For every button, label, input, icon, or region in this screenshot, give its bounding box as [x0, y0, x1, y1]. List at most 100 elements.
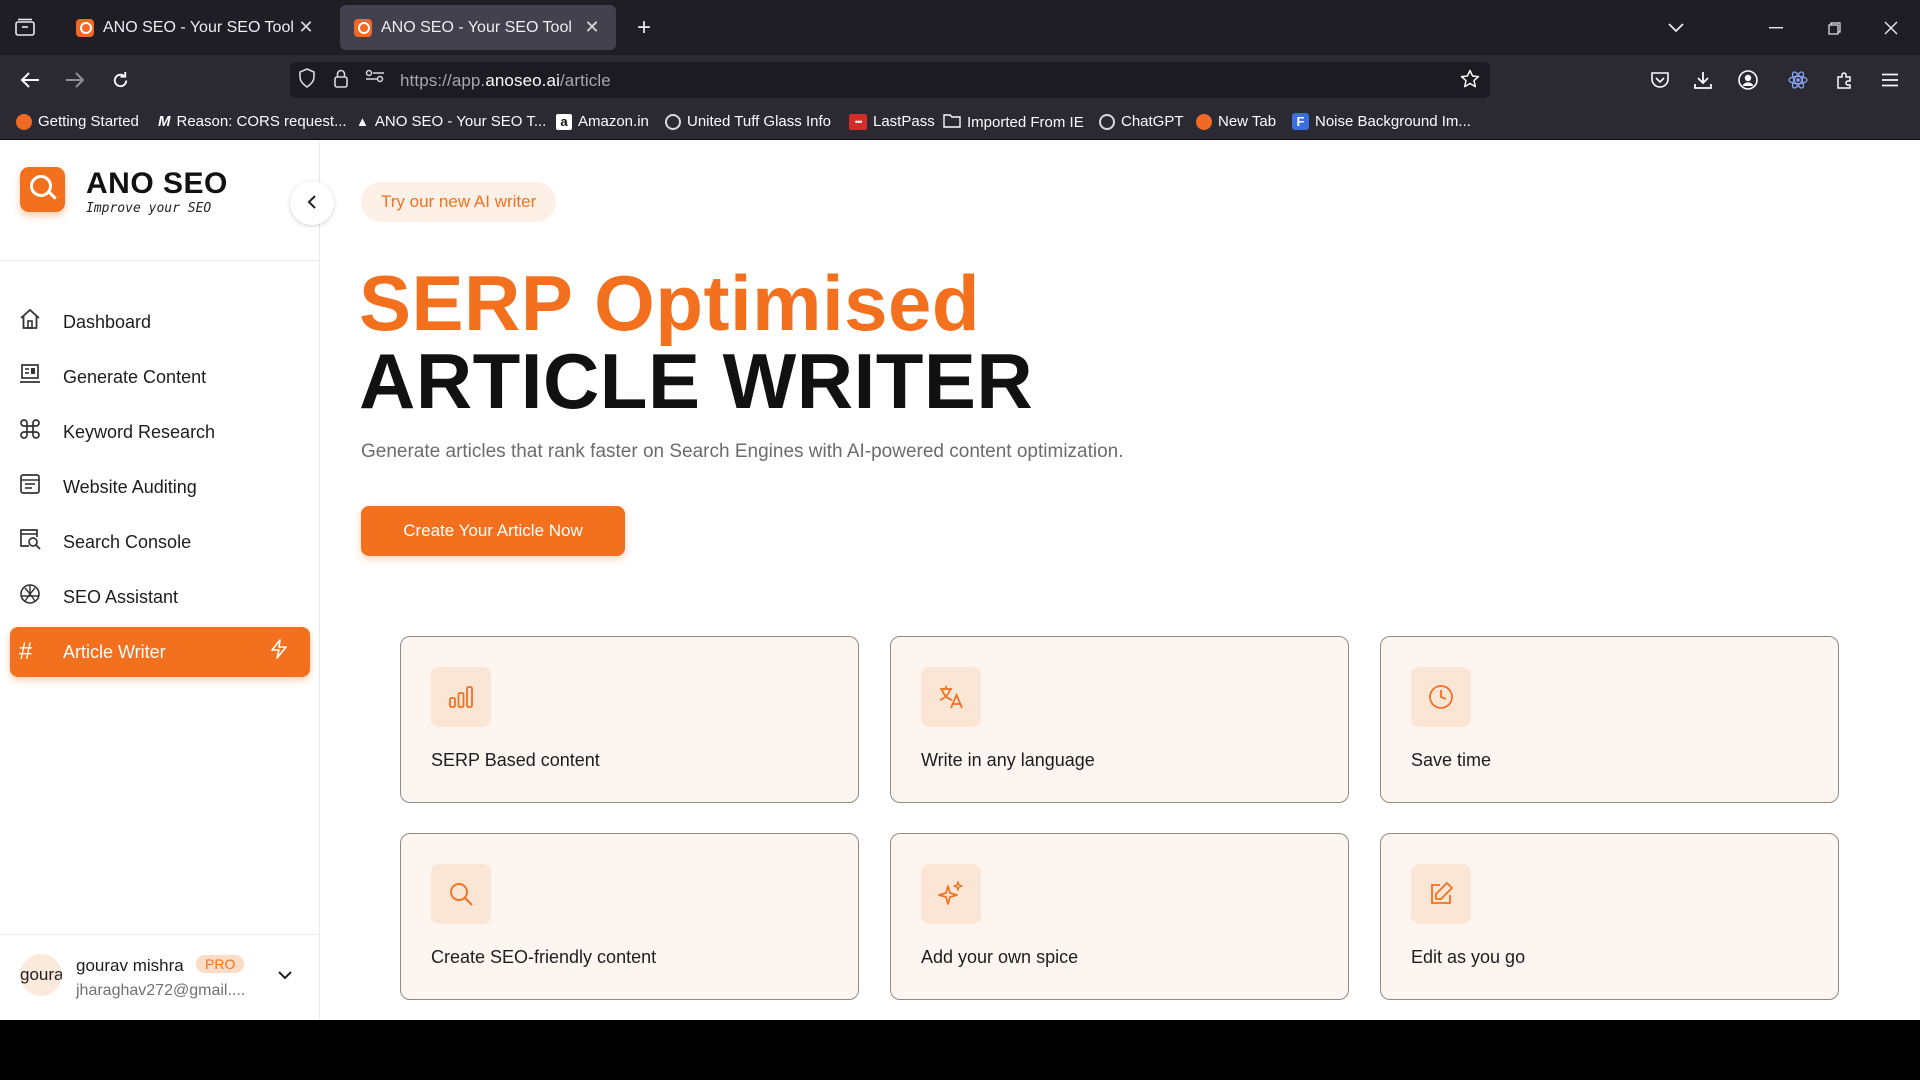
feature-label: Save time: [1411, 750, 1492, 770]
close-icon[interactable]: ✕: [582, 17, 602, 38]
sidebar-item-search-console[interactable]: Search Console: [10, 517, 310, 567]
sidebar-item-website-auditing[interactable]: Website Auditing: [10, 462, 310, 512]
collapse-sidebar-button[interactable]: [290, 181, 334, 225]
bookmark-label: Imported From IE: [967, 114, 1084, 131]
ano-seo-logo-icon[interactable]: [20, 167, 65, 212]
bookmark-amazon[interactable]: a Amazon.in: [556, 113, 649, 130]
bookmark-noise-background[interactable]: F Noise Background Im...: [1292, 113, 1471, 130]
bookmark-new-tab[interactable]: New Tab: [1196, 113, 1276, 130]
forward-arrow-icon[interactable]: [58, 63, 92, 97]
bar-chart-icon: [431, 667, 491, 727]
url-path: /article: [559, 71, 611, 90]
address-bar[interactable]: https://app.anoseo.ai/article: [290, 62, 1490, 98]
close-icon[interactable]: ✕: [296, 17, 316, 38]
folder-icon: [943, 113, 961, 132]
navigation-bar: https://app.anoseo.ai/article: [0, 55, 1920, 105]
tab-bar: ANO SEO - Your SEO Tool ✕ ANO SEO - Your…: [0, 0, 1920, 55]
window-close-icon[interactable]: [1877, 14, 1905, 42]
feature-label: Add your own spice: [921, 947, 1079, 967]
edit-icon: [1411, 864, 1471, 924]
bookmark-label: LastPass: [873, 113, 935, 130]
sidebar-item-article-writer[interactable]: # Article Writer: [10, 627, 310, 677]
user-name: gourav mishra: [76, 956, 184, 975]
bookmark-label: Getting Started: [38, 113, 139, 130]
pocket-icon[interactable]: [1643, 63, 1677, 97]
brand-title: ANO SEO: [86, 167, 228, 200]
sidebar-divider: [0, 934, 320, 935]
page-subtitle: Generate articles that rank faster on Se…: [361, 441, 1124, 462]
app-sidebar: ANO SEO Improve your SEO Dashboard Gener…: [0, 141, 320, 1020]
pro-badge: PRO: [196, 955, 245, 973]
permissions-icon[interactable]: [365, 68, 385, 89]
sidebar-item-label: Dashboard: [63, 311, 152, 332]
sidebar-item-label: Generate Content: [63, 366, 207, 387]
sidebar-item-generate-content[interactable]: Generate Content: [10, 352, 310, 402]
bookmark-label: United Tuff Glass Info: [687, 113, 831, 130]
url-text[interactable]: https://app.anoseo.ai/article: [400, 71, 611, 91]
sidebar-item-seo-assistant[interactable]: SEO Assistant: [10, 572, 310, 622]
feature-card-seo-friendly: Create SEO-friendly content: [400, 833, 859, 1000]
home-icon: [19, 308, 63, 336]
minimize-icon[interactable]: [1762, 14, 1790, 42]
url-prefix: https://app.: [400, 71, 486, 90]
chatgpt-icon: [1099, 113, 1115, 130]
shield-icon[interactable]: [298, 68, 316, 93]
bookmark-label: New Tab: [1218, 113, 1277, 130]
extensions-icon[interactable]: [1828, 63, 1862, 97]
tab-list-icon[interactable]: [12, 14, 38, 40]
feature-card-language: Write in any language: [890, 636, 1349, 803]
bookmark-getting-started[interactable]: Getting Started: [16, 113, 139, 130]
translate-icon: [921, 667, 981, 727]
sidebar-item-keyword-research[interactable]: Keyword Research: [10, 407, 310, 457]
tab-2[interactable]: ANO SEO - Your SEO Tool ✕: [340, 5, 616, 50]
feature-label: Create SEO-friendly content: [431, 947, 657, 967]
bookmark-imported-ie[interactable]: Imported From IE: [943, 113, 1084, 132]
menu-icon[interactable]: [1873, 63, 1907, 97]
new-tab-icon[interactable]: +: [630, 14, 658, 42]
star-icon[interactable]: [1460, 69, 1480, 94]
reload-icon[interactable]: [103, 63, 137, 97]
sidebar-item-label: Article Writer: [63, 641, 166, 662]
create-article-button[interactable]: Create Your Article Now: [361, 506, 625, 556]
tab-label: ANO SEO - Your SEO Tool: [103, 18, 294, 36]
sidebar-item-label: SEO Assistant: [63, 586, 179, 607]
noise-icon: F: [1292, 113, 1309, 130]
user-email: jharaghav272@gmail....: [76, 982, 246, 999]
lastpass-icon: •••: [849, 113, 867, 130]
avatar[interactable]: goura: [20, 954, 62, 996]
chevron-down-icon[interactable]: [278, 967, 292, 985]
search-icon: [431, 864, 491, 924]
bookmark-label: Reason: CORS request...: [176, 113, 347, 130]
ai-writer-pill[interactable]: Try our new AI writer: [361, 182, 557, 222]
tab-1[interactable]: ANO SEO - Your SEO Tool ✕: [62, 5, 330, 50]
bookmark-label: Noise Background Im...: [1315, 113, 1471, 130]
download-icon[interactable]: [1686, 63, 1720, 97]
content-icon: [19, 364, 63, 390]
sidebar-item-label: Search Console: [63, 531, 192, 552]
react-devtools-icon[interactable]: [1781, 63, 1815, 97]
bookmark-ano-seo[interactable]: ▲ ANO SEO - Your SEO T...: [356, 113, 546, 130]
feature-card-spice: Add your own spice: [890, 833, 1349, 1000]
feature-card-save-time: Save time: [1380, 636, 1839, 803]
bookmark-chatgpt[interactable]: ChatGPT: [1099, 113, 1184, 130]
feature-label: SERP Based content: [431, 750, 600, 770]
ano-seo-favicon-icon: [354, 18, 372, 37]
mdn-icon: M: [158, 113, 171, 130]
sparkles-icon: [921, 864, 981, 924]
restore-icon[interactable]: [1820, 14, 1848, 42]
account-icon[interactable]: [1731, 63, 1765, 97]
bookmark-cors[interactable]: M Reason: CORS request...: [158, 113, 347, 130]
chevron-down-icon[interactable]: [1662, 14, 1690, 42]
chevron-left-icon: [307, 192, 317, 215]
search-console-icon: [19, 528, 63, 556]
sidebar-item-label: Keyword Research: [63, 421, 216, 442]
browser-window: ANO SEO - Your SEO Tool ✕ ANO SEO - Your…: [0, 0, 1920, 1020]
lock-icon[interactable]: [333, 68, 349, 93]
back-arrow-icon[interactable]: [13, 63, 47, 97]
amazon-icon: a: [556, 113, 572, 130]
main-content: Try our new AI writer SERP Optimised ART…: [321, 141, 1920, 1020]
bookmarks-bar: Getting Started M Reason: CORS request...…: [0, 105, 1920, 140]
sidebar-item-dashboard[interactable]: Dashboard: [10, 297, 310, 347]
bookmark-united-tuff[interactable]: United Tuff Glass Info: [665, 113, 831, 130]
bookmark-lastpass[interactable]: ••• LastPass: [849, 113, 935, 130]
